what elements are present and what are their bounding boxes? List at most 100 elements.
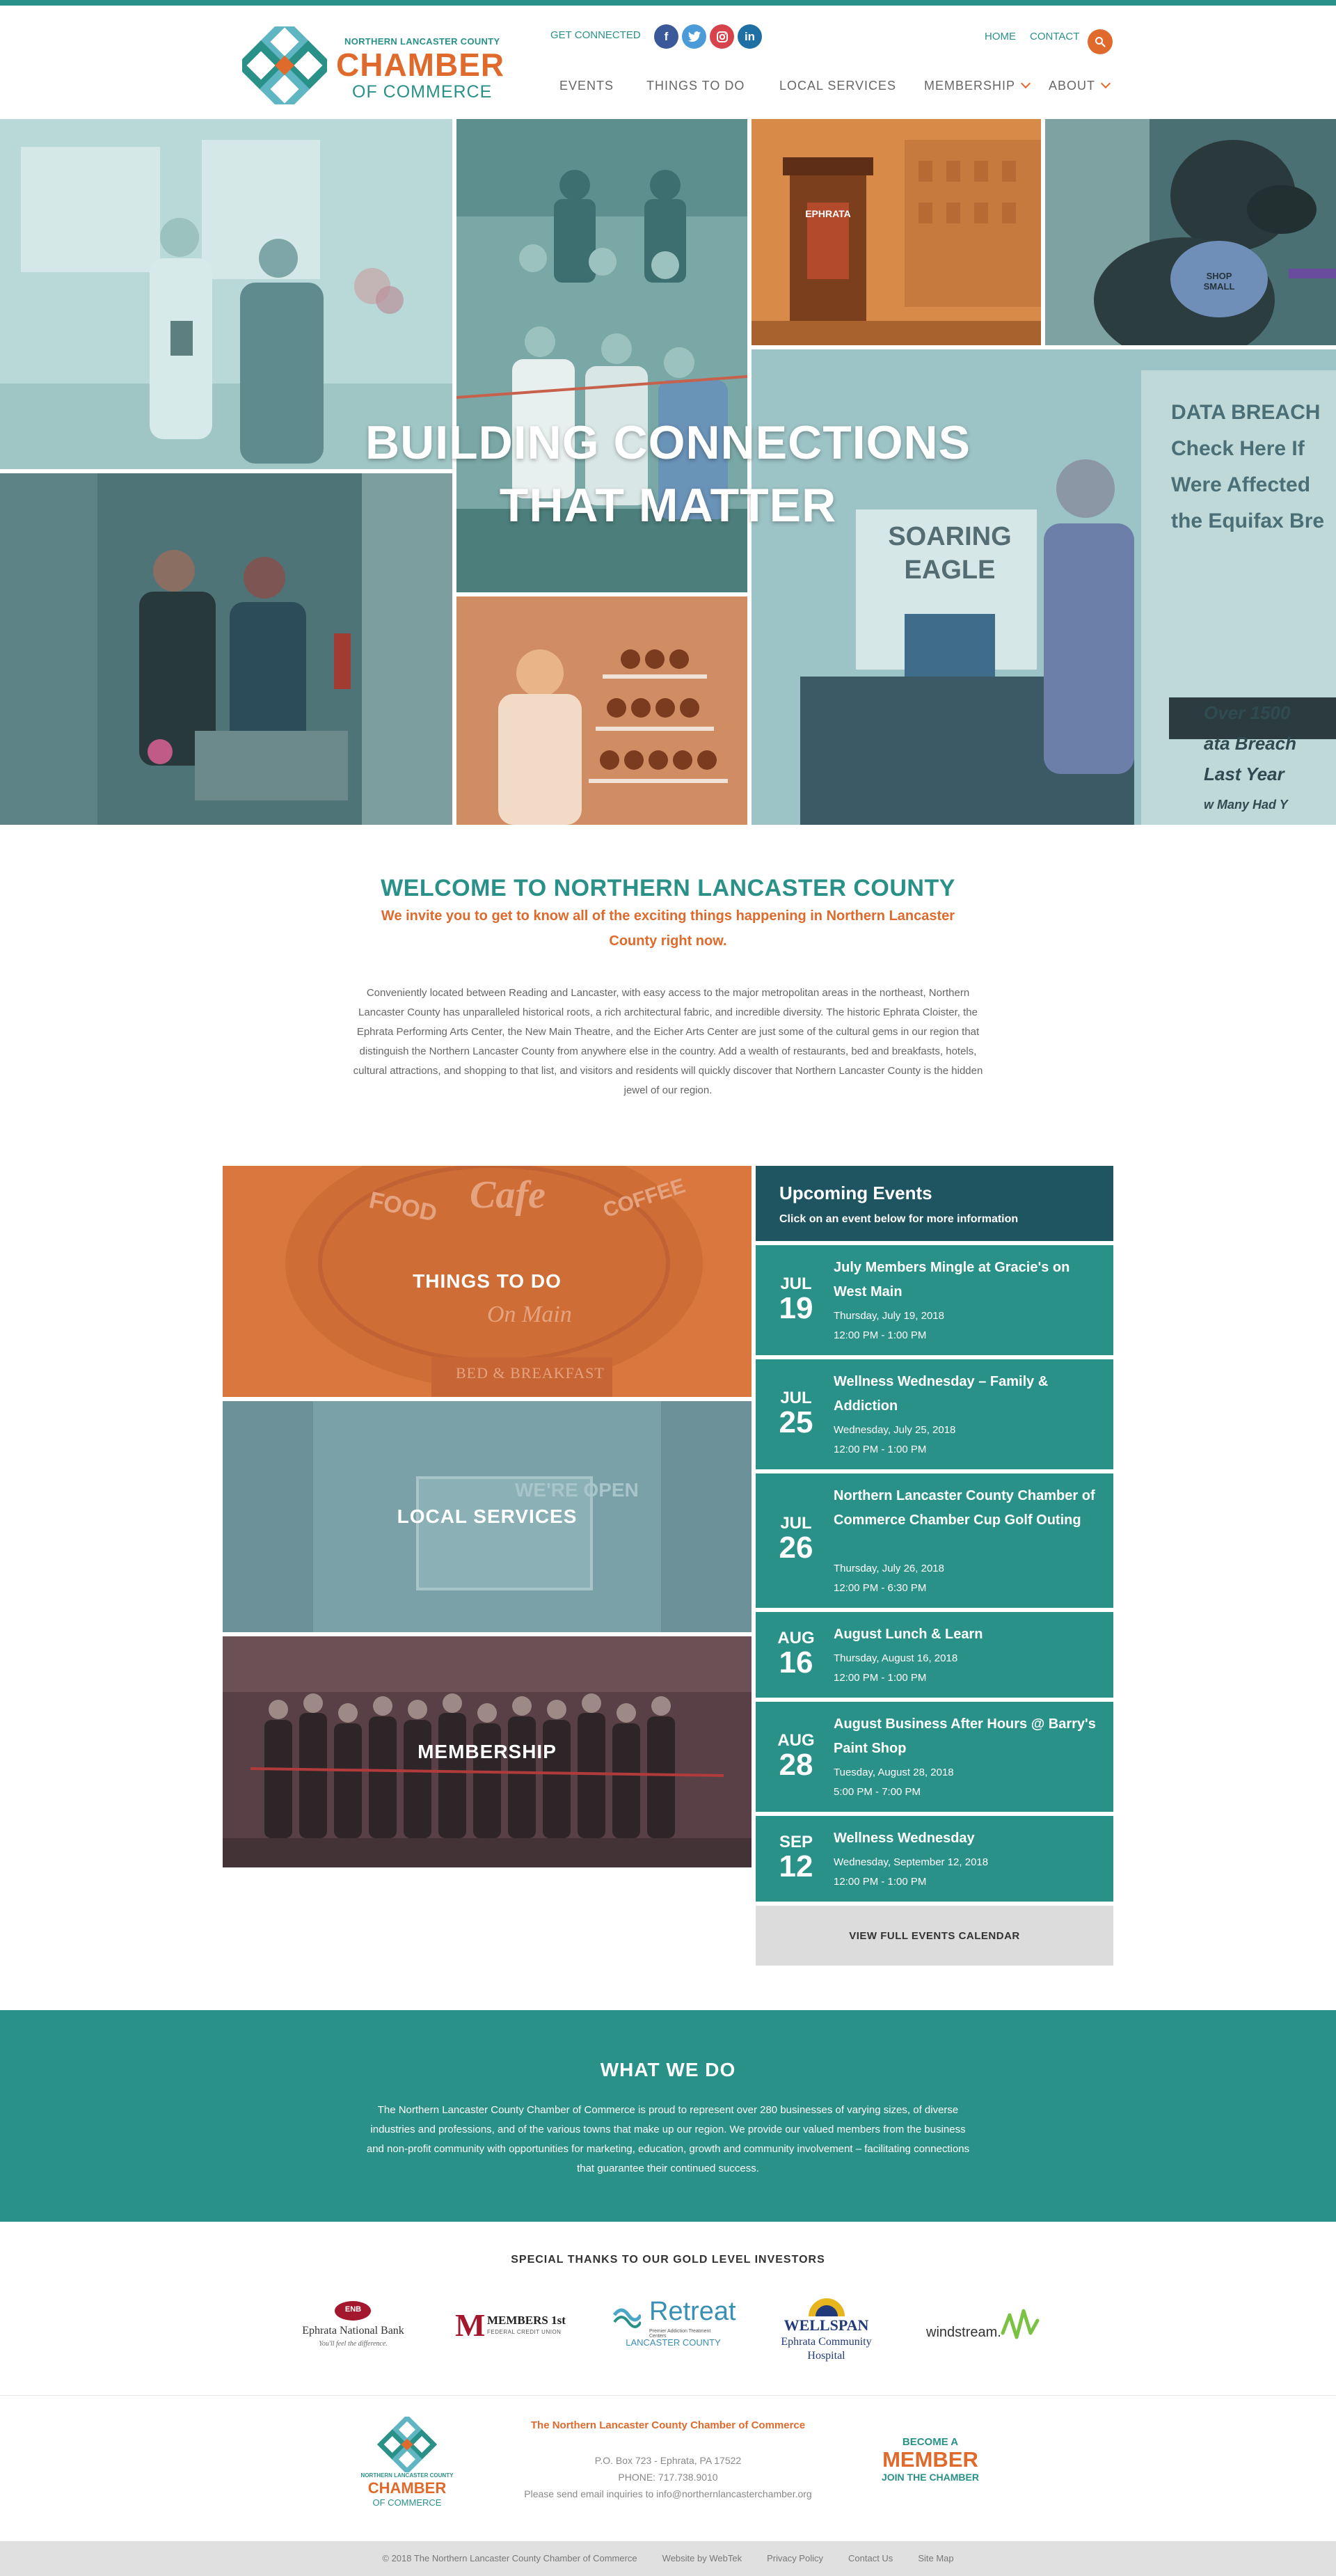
nav-about[interactable]: ABOUT [1049,78,1111,93]
event-day: 12 [779,1849,813,1883]
events-header: Upcoming Events Click on an event below … [756,1166,1113,1241]
nav-contact[interactable]: CONTACT [1030,31,1079,42]
event-date: Wednesday, September 12, 2018 [834,1856,989,1868]
site-header: NORTHERN LANCASTER COUNTY CHAMBER OF COM… [0,6,1336,119]
event-time: 12:00 PM - 1:00 PM [834,1444,927,1455]
utility-nav: HOME CONTACT [985,31,1079,42]
events-heading: Upcoming Events [779,1183,932,1203]
what-we-do-section: WHAT WE DO The Northern Lancaster County… [0,2010,1336,2222]
hero-collage: EPHRATA SHOP SMALL DATA BREACH Check Her… [0,119,1336,825]
event-time: 12:00 PM - 6:30 PM [834,1582,927,1594]
sponsor-retreat[interactable]: Retreat Premier Addiction Treatment Cent… [609,2291,736,2375]
footer-email[interactable]: Please send email inquiries to info@nort… [501,2486,835,2502]
feature-things-label: THINGS TO DO [413,1270,562,1292]
members-1st-name: MEMBERS 1st [487,2314,566,2327]
nav-local-services[interactable]: LOCAL SERVICES [779,79,896,93]
retreat-wave-icon [613,2308,641,2328]
footer-address-block: P.O. Box 723 - Ephrata, PA 17522 PHONE: … [501,2452,835,2502]
poster-line: Last Year [1204,764,1285,784]
event-date: Thursday, July 19, 2018 [834,1310,944,1322]
website-by-link[interactable]: Website by WebTek [662,2553,742,2563]
hero-photo-ephrata-sign: EPHRATA [752,119,1041,345]
facebook-icon[interactable]: f [654,24,678,49]
contact-us-link[interactable]: Contact Us [848,2553,893,2563]
sponsors-title: SPECIAL THANKS TO OUR GOLD LEVEL INVESTO… [511,2254,825,2266]
event-item[interactable]: AUG 28 August Business After Hours @ Bar… [756,1702,1113,1812]
footer-org-name: The Northern Lancaster County Chamber of… [530,2419,806,2431]
chamber-logo-mark-icon [376,2414,438,2475]
event-item[interactable]: JUL 25 Wellness Wednesday – Family & Add… [756,1359,1113,1469]
become-line2: MEMBER [882,2447,978,2472]
photo-cupcakes-illustration [456,596,747,825]
welcome-body: Conveniently located between Reading and… [353,987,983,1096]
event-item[interactable]: SEP 12 Wellness Wednesday Wednesday, Sep… [756,1816,1113,1902]
site-footer: NORTHERN LANCASTER COUNTY CHAMBER OF COM… [0,2396,1336,2541]
footer-logo-title: CHAMBER [367,2479,447,2497]
photo-dog-illustration [1045,119,1336,345]
event-title: August Business After Hours @ Barry's Pa… [834,1716,1096,1756]
event-time: 12:00 PM - 1:00 PM [834,1876,927,1888]
board-line: EAGLE [904,555,996,585]
feature-local-services[interactable]: WE'RE OPEN LOCAL SERVICES [223,1401,752,1632]
nav-about-label: ABOUT [1049,79,1096,93]
what-we-do-body: The Northern Lancaster County Chamber of… [366,2104,970,2174]
events-subheading: Click on an event below for more informa… [779,1213,1019,1225]
linkedin-icon[interactable]: in [738,24,762,49]
hero-headline: BUILDING CONNECTIONS THAT MATTER [0,411,1336,537]
event-day: 25 [779,1405,813,1439]
instagram-icon[interactable] [710,24,734,49]
footer-contact-info: The Northern Lancaster County Chamber of… [501,2419,835,2502]
bottom-links: © 2018 The Northern Lancaster County Cha… [0,2553,1336,2563]
event-item[interactable]: JUL 26 Northern Lancaster County Chamber… [756,1473,1113,1608]
top-accent-bar [0,0,1336,6]
nav-things-to-do[interactable]: THINGS TO DO [646,79,745,93]
event-item[interactable]: AUG 16 August Lunch & Learn Thursday, Au… [756,1612,1113,1698]
view-full-calendar-button[interactable]: VIEW FULL EVENTS CALENDAR [756,1906,1113,1966]
feature-local-label: LOCAL SERVICES [397,1506,578,1527]
feature-membership[interactable]: MEMBERSHIP [223,1636,752,1867]
data-breach-poster-bottom: Over 1500 ata Breach Last Year w Many Ha… [1204,697,1336,820]
event-title: Wellness Wednesday [834,1831,975,1846]
nav-home[interactable]: HOME [985,31,1016,42]
members-1st-sub: FEDERAL CREDIT UNION [487,2329,562,2335]
footer-logo[interactable]: NORTHERN LANCASTER COUNTY CHAMBER OF COM… [351,2414,463,2521]
search-button[interactable] [1088,29,1113,54]
event-time: 12:00 PM - 1:00 PM [834,1672,927,1684]
what-we-do-title: WHAT WE DO [600,2059,736,2080]
feature-things-to-do[interactable]: FOOD Cafe COFFEE On Main BED & BREAKFAST… [223,1166,752,1397]
twitter-icon[interactable] [682,24,706,49]
event-title: August Lunch & Learn [834,1627,983,1642]
footer-address: P.O. Box 723 - Ephrata, PA 17522 [594,2455,742,2466]
sponsor-ephrata-national-bank[interactable]: ENB Ephrata National Bank You'll feel th… [296,2291,411,2375]
event-time: 12:00 PM - 1:00 PM [834,1329,927,1341]
site-map-link[interactable]: Site Map [918,2553,953,2563]
poster-line: Over 1500 [1204,702,1291,723]
footer-logo-tagline: NORTHERN LANCASTER COUNTY [360,2472,454,2479]
welcome-section: WELCOME TO NORTHERN LANCASTER COUNTY We … [0,825,1336,1152]
hero-photo-cupcakes [456,596,747,825]
event-day: 28 [779,1748,813,1782]
members-1st-mark: M [455,2307,486,2343]
event-date: Wednesday, July 25, 2018 [834,1424,956,1436]
event-date: Thursday, August 16, 2018 [834,1652,958,1664]
privacy-policy-link[interactable]: Privacy Policy [767,2553,823,2563]
ephrata-bank-mark: ENB [344,2305,362,2314]
ephrata-bank-name: Ephrata National Bank [302,2325,404,2337]
hero-headline-line2: THAT MATTER [499,479,837,532]
event-item[interactable]: JUL 19 July Members Mingle at Gracie's o… [756,1245,1113,1355]
dog-bandana-text: SHOP SMALL [1203,271,1235,292]
become-member-cta[interactable]: BECOME A MEMBER JOIN THE CHAMBER [878,2436,983,2483]
event-day: 19 [779,1291,813,1325]
sponsors-section: SPECIAL THANKS TO OUR GOLD LEVEL INVESTO… [0,2222,1336,2396]
sponsor-wellspan[interactable]: WELLSPAN Ephrata Community Hospital [765,2291,887,2375]
search-icon [1095,37,1106,47]
footer-phone: PHONE: 717.738.9010 [618,2472,718,2483]
become-line3: JOIN THE CHAMBER [881,2472,979,2483]
sponsor-members-1st[interactable]: M MEMBERS 1st FEDERAL CREDIT UNION [452,2291,567,2375]
retreat-sub: LANCASTER COUNTY [626,2337,721,2348]
nav-events[interactable]: EVENTS [559,79,614,93]
sponsor-windstream[interactable]: windstream. [922,2291,1047,2375]
nav-membership-label: MEMBERSHIP [924,79,1016,93]
nav-membership[interactable]: MEMBERSHIP [924,78,1031,93]
logo-title: CHAMBER [336,47,505,83]
